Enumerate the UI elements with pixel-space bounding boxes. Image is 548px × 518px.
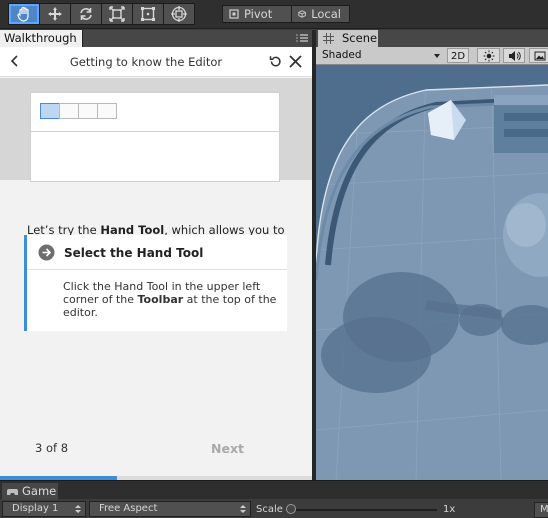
game-tab-label: Game [22, 484, 57, 498]
scene-panel: Scene Shaded 2D [316, 30, 548, 480]
preview-tool [78, 103, 98, 119]
scene-render [316, 64, 548, 480]
task-title: Select the Hand Tool [64, 246, 204, 260]
task-body-bold: Toolbar [137, 293, 184, 306]
preview-tool [97, 103, 117, 119]
tab-scene[interactable]: Scene [318, 30, 378, 47]
image-effects-icon [534, 51, 546, 61]
transform-tools [8, 3, 195, 25]
scene-tabbar: Scene [316, 30, 548, 47]
scale-slider-thumb[interactable] [286, 504, 296, 514]
shading-mode-label: Shaded [322, 49, 362, 61]
game-tabbar: Game [0, 480, 548, 500]
move-tool-button[interactable] [39, 3, 71, 25]
updown-arrow-icon [75, 505, 81, 513]
shading-mode-dropdown[interactable]: Shaded [319, 48, 442, 63]
preview-toolbar-card [30, 92, 280, 182]
scale-slider-track[interactable] [291, 509, 437, 511]
display-select-label: Display 1 [12, 503, 59, 514]
scene-toolbar: Shaded 2D [316, 47, 548, 65]
walkthrough-tabbar: Walkthrough [0, 30, 312, 47]
task-card: Select the Hand Tool Click the Hand Tool… [24, 235, 287, 331]
effects-toggle-button[interactable] [529, 48, 548, 63]
preview-tool [59, 103, 79, 119]
game-controller-icon [7, 489, 18, 495]
pivot-toggle-group: Pivot Local [222, 5, 350, 23]
preview-tool-buttons [40, 103, 117, 119]
game-toolbar: Display 1 Free Aspect Scale 1x Ma [0, 500, 548, 518]
speaker-icon [508, 51, 521, 61]
toggle-2d-button[interactable]: 2D [447, 48, 469, 63]
task-header: Select the Hand Tool [27, 235, 287, 270]
maximize-on-play-button[interactable]: Ma [534, 502, 548, 518]
grid-icon [323, 33, 334, 44]
instruction-preview-image [0, 78, 312, 182]
dropdown-arrow-icon [434, 54, 440, 58]
hand-tool-button[interactable] [8, 3, 40, 25]
walkthrough-header: Getting to know the Editor [0, 47, 312, 77]
tab-game[interactable]: Game [2, 483, 58, 500]
walkthrough-title: Getting to know the Editor [69, 55, 223, 69]
sun-icon [483, 50, 494, 62]
scene-viewport[interactable] [316, 64, 548, 480]
preview-hand-tool [40, 103, 60, 119]
rotate-tool-button[interactable] [70, 3, 102, 25]
pivot-label: Pivot [244, 7, 273, 21]
back-arrow-icon[interactable] [7, 53, 23, 69]
next-button[interactable]: Next [211, 441, 244, 456]
transform-tool-button[interactable] [163, 3, 195, 25]
scale-tool-button[interactable] [101, 3, 133, 25]
scale-label: Scale [256, 504, 283, 515]
task-description: Click the Hand Tool in the upper left co… [63, 280, 278, 319]
main-toolbar: Pivot Local [0, 0, 548, 29]
editor-window: Pivot Local Walkthrough Getting to know … [0, 0, 548, 518]
move-icon [48, 7, 62, 21]
local-button[interactable]: Local [291, 5, 350, 23]
scale-value: 1x [443, 504, 456, 515]
rotate-icon [80, 8, 92, 20]
walkthrough-panel: Walkthrough Getting to know the Editor L… [0, 30, 312, 480]
game-panel: Game Display 1 Free Aspect Scale 1x Ma [0, 480, 548, 518]
pivot-icon [229, 9, 239, 19]
scene-tab-label: Scene [342, 31, 378, 45]
hand-icon [17, 6, 29, 22]
lighting-toggle-button[interactable] [477, 48, 500, 63]
preview-divider [31, 131, 279, 132]
arrow-right-circle-icon [38, 244, 55, 261]
audio-toggle-button[interactable] [503, 48, 525, 63]
transform-icon [171, 6, 187, 22]
rect-tool-icon [141, 7, 155, 21]
scale-icon [109, 6, 125, 22]
close-icon[interactable] [288, 54, 303, 69]
reset-icon[interactable] [268, 54, 283, 69]
aspect-select-label: Free Aspect [99, 503, 158, 514]
display-select[interactable]: Display 1 [2, 501, 86, 517]
local-icon [298, 10, 306, 18]
step-counter: 3 of 8 [35, 441, 69, 455]
tab-walkthrough[interactable]: Walkthrough [0, 30, 83, 47]
pivot-button[interactable]: Pivot [222, 5, 292, 23]
panel-menu-icon[interactable] [296, 34, 308, 43]
aspect-select[interactable]: Free Aspect [89, 501, 251, 517]
local-label: Local [311, 7, 341, 21]
updown-arrow-icon [240, 505, 246, 513]
rect-tool-button[interactable] [132, 3, 164, 25]
